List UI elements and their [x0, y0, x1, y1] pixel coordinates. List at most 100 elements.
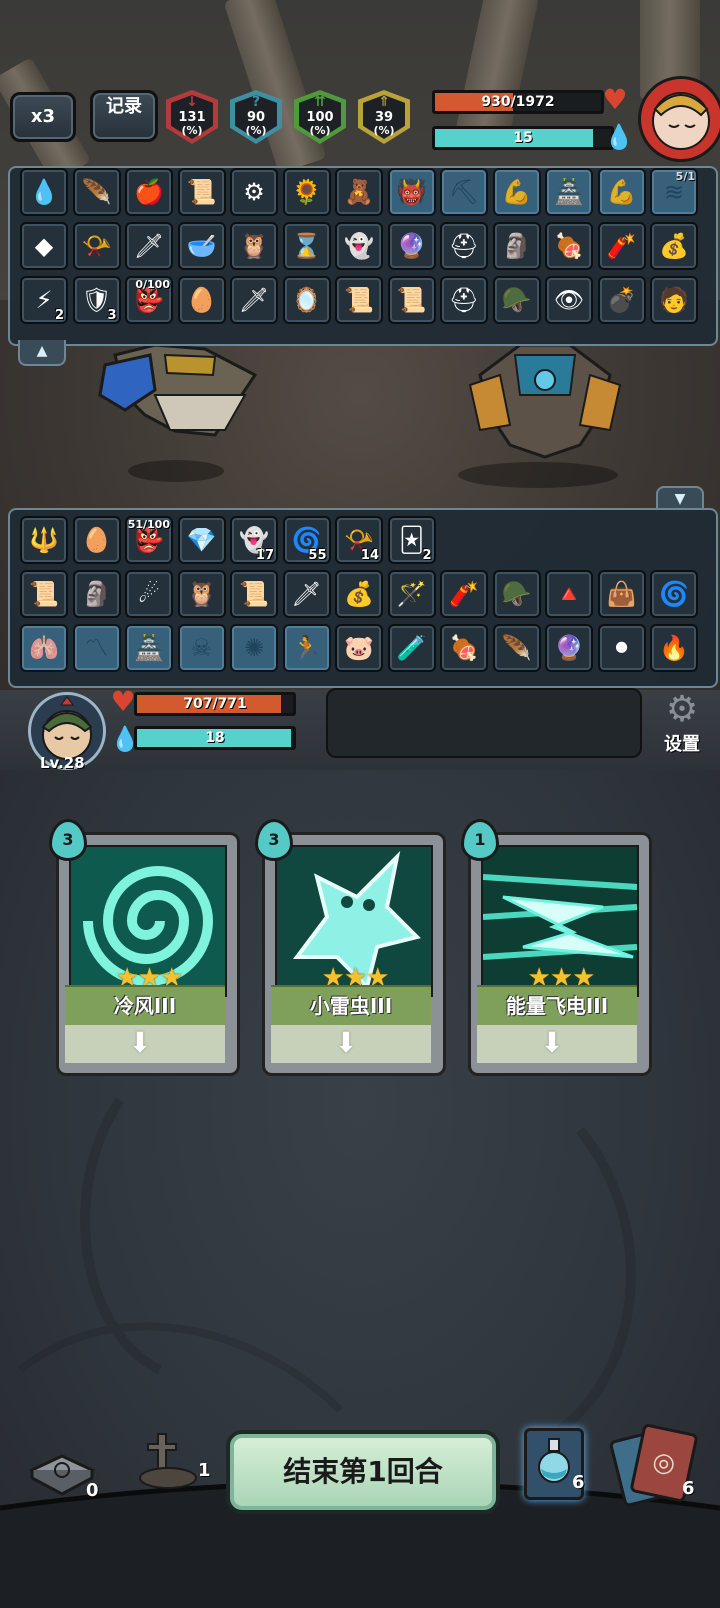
- relic-slot[interactable]: 👻: [335, 222, 383, 270]
- draw-pile-button[interactable]: ◎ 6: [608, 1422, 710, 1508]
- relic-slot[interactable]: 🧸: [335, 168, 383, 216]
- stat-unit: (%): [373, 124, 395, 137]
- relic-slot[interactable]: 👜: [597, 570, 646, 618]
- relic-slot[interactable]: 👻 17: [230, 516, 278, 564]
- relic-slot[interactable]: 🗿: [72, 570, 121, 618]
- relic-slot[interactable]: 🧨: [597, 222, 646, 270]
- relic-slot[interactable]: 🔱: [20, 516, 68, 564]
- relic-slot[interactable]: 🌻: [282, 168, 331, 216]
- relic-slot[interactable]: 💪: [597, 168, 646, 216]
- relic-slot[interactable]: 🍖: [440, 624, 488, 672]
- relic-slot[interactable]: ≋ 5/1: [650, 168, 698, 216]
- fire-apple-icon: 🍎: [134, 178, 164, 206]
- skill-card[interactable]: ★★★ 能量飞电III ⬇ 1: [461, 819, 652, 1076]
- relic-slot[interactable]: 💎: [177, 516, 226, 564]
- relic-slot[interactable]: 💪: [492, 168, 541, 216]
- tombstone-icon: [139, 1433, 197, 1489]
- relic-slot[interactable]: 📜: [230, 570, 278, 618]
- relic-slot[interactable]: 🪄: [387, 570, 436, 618]
- relic-slot[interactable]: 🔥: [650, 624, 698, 672]
- golden-helmet-icon: 🪖: [501, 580, 532, 608]
- relic-slot[interactable]: ⛑: [440, 222, 488, 270]
- relic-slot[interactable]: 🫁: [20, 624, 68, 672]
- skill-card[interactable]: ★★★ 冷风III ⬇ 3: [49, 819, 240, 1076]
- relic-slot[interactable]: 🪶: [492, 624, 541, 672]
- end-turn-button[interactable]: 结束第1回合: [226, 1430, 500, 1514]
- relic-slot[interactable]: 💰: [335, 570, 383, 618]
- relic-slot[interactable]: 🥚: [72, 516, 121, 564]
- relic-slot[interactable]: 📜: [177, 168, 226, 216]
- relic-slot[interactable]: ⚫: [597, 624, 646, 672]
- relic-slot[interactable]: 〽: [72, 624, 121, 672]
- relic-slot[interactable]: 🏯: [125, 624, 173, 672]
- enemy-energy-icon: 💧: [604, 123, 634, 151]
- relic-slot[interactable]: 🏃: [282, 624, 331, 672]
- relic-slot[interactable]: 🧑: [650, 276, 698, 324]
- relic-slot[interactable]: 🗡: [125, 222, 173, 270]
- relic-slot[interactable]: 🌀 55: [282, 516, 331, 564]
- relic-slot[interactable]: 🏯: [545, 168, 593, 216]
- relic-slot[interactable]: 🗿: [492, 222, 541, 270]
- relic-slot[interactable]: 🪞: [282, 276, 331, 324]
- relic-slot[interactable]: ☠: [177, 624, 226, 672]
- speed-button[interactable]: x3: [10, 92, 76, 142]
- relic-slot[interactable]: 📜: [387, 276, 436, 324]
- relic-slot[interactable]: 💧: [20, 168, 68, 216]
- relic-slot[interactable]: 🍖: [545, 222, 593, 270]
- enemy-portrait[interactable]: [638, 76, 720, 162]
- relic-slot[interactable]: ⚡ 2: [20, 276, 68, 324]
- relic-slot[interactable]: 🔮: [387, 222, 436, 270]
- ally-character[interactable]: [95, 335, 275, 445]
- settings-button[interactable]: ⚙ 设置: [654, 690, 710, 756]
- green-potion-icon: 🧪: [396, 634, 427, 662]
- relic-slot[interactable]: 📜: [335, 276, 383, 324]
- lightning-orb-icon: ⚡: [35, 286, 53, 314]
- relic-slot[interactable]: ⌛: [282, 222, 331, 270]
- relic-slot[interactable]: 🪖: [492, 276, 541, 324]
- relic-slot[interactable]: 📯 14: [335, 516, 383, 564]
- relic-slot[interactable]: 👁: [545, 276, 593, 324]
- stat-unit: (%): [181, 124, 203, 137]
- relic-slot[interactable]: 🥚: [177, 276, 226, 324]
- skill-card[interactable]: ★★★ 小雷虫III ⬇ 3: [255, 819, 446, 1076]
- relic-slot[interactable]: ✺: [230, 624, 278, 672]
- relic-slot[interactable]: 🥣: [177, 222, 226, 270]
- relic-slot[interactable]: ⛑: [440, 276, 488, 324]
- relic-slot[interactable]: 🧪: [387, 624, 436, 672]
- battle-log-button[interactable]: 记录: [90, 90, 158, 142]
- deck-emblem-icon: ◎: [649, 1445, 679, 1481]
- relic-slot[interactable]: 🛡 3: [72, 276, 121, 324]
- exhaust-pile-button[interactable]: 0: [26, 1450, 106, 1510]
- relic-slot[interactable]: 🔮: [545, 624, 593, 672]
- relic-slot[interactable]: 💣: [597, 276, 646, 324]
- green-gem-icon: ◆: [34, 232, 54, 260]
- relic-slot[interactable]: 🗡: [282, 570, 331, 618]
- card-name: 冷风III: [65, 985, 225, 1025]
- relic-slot[interactable]: 🦉: [177, 570, 226, 618]
- relic-slot[interactable]: 🗡: [230, 276, 278, 324]
- graveyard-button[interactable]: 1: [128, 1430, 218, 1500]
- relic-slot[interactable]: 🦉: [230, 222, 278, 270]
- relic-slot[interactable]: 🍎: [125, 168, 173, 216]
- collapse-enemy-relics-button[interactable]: ▲: [18, 340, 66, 366]
- relic-slot[interactable]: 🌀: [650, 570, 698, 618]
- relic-slot[interactable]: 📜: [20, 570, 68, 618]
- relic-slot[interactable]: 👺 0/100: [125, 276, 173, 324]
- enemy-character[interactable]: [460, 335, 630, 460]
- relic-slot[interactable]: 🪶: [72, 168, 121, 216]
- relic-slot[interactable]: 👹: [387, 168, 436, 216]
- potion-button[interactable]: 6: [524, 1424, 594, 1504]
- relic-slot[interactable]: 💰: [650, 222, 698, 270]
- settings-label: 设置: [664, 734, 700, 755]
- relic-slot[interactable]: ◆: [20, 222, 68, 270]
- relic-slot[interactable]: 🔺: [545, 570, 593, 618]
- relic-slot[interactable]: 👺 51/100: [125, 516, 173, 564]
- relic-slot[interactable]: 🐷: [335, 624, 383, 672]
- relic-slot[interactable]: 📯: [72, 222, 121, 270]
- relic-slot[interactable]: 🪖: [492, 570, 541, 618]
- relic-slot[interactable]: ⛏: [440, 168, 488, 216]
- relic-slot[interactable]: 🧨: [440, 570, 488, 618]
- relic-slot[interactable]: ⚙: [230, 168, 278, 216]
- relic-slot[interactable]: 🃏 2: [387, 516, 436, 564]
- relic-slot[interactable]: ☄: [125, 570, 173, 618]
